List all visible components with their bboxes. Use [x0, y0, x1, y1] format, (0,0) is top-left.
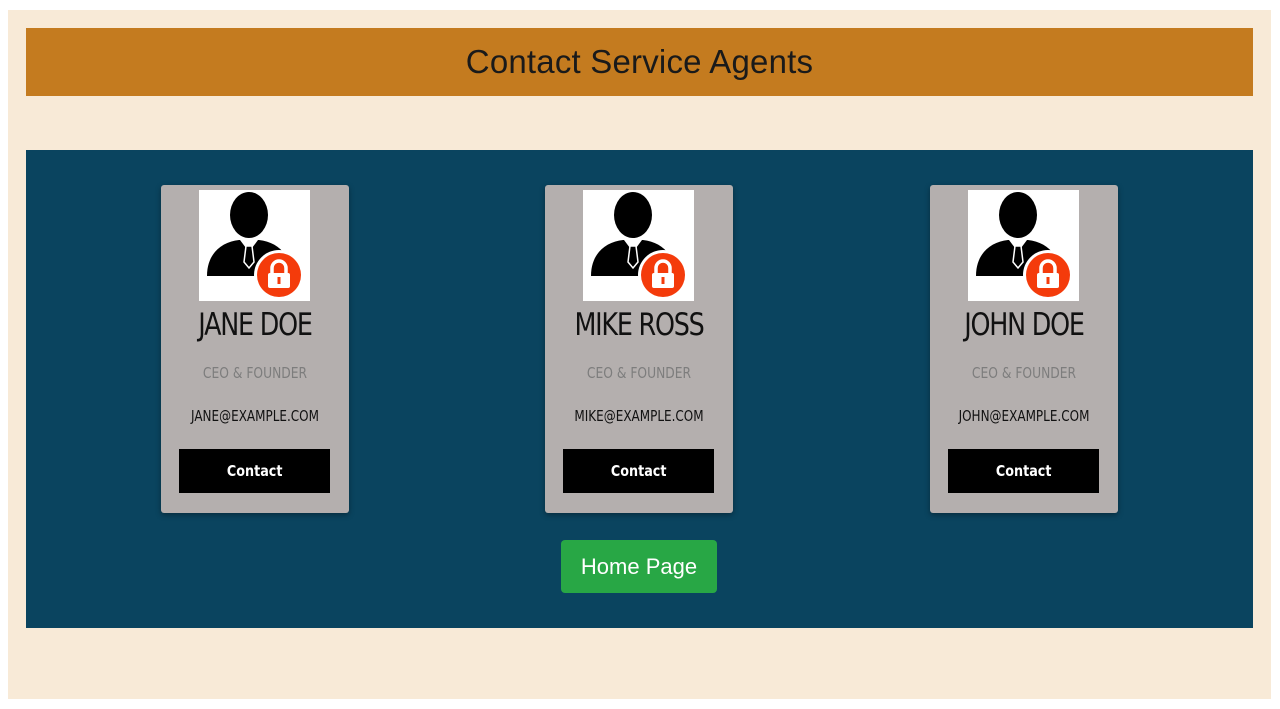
user-lock-icon-graphic: [976, 192, 1073, 300]
agent-role: CEO & FOUNDER: [202, 364, 308, 382]
user-lock-icon-graphic: [591, 192, 688, 300]
agent-email: JANE@EXAMPLE.COM: [191, 407, 319, 425]
home-page-button[interactable]: Home Page: [561, 540, 717, 593]
agent-name: JOHN DOE: [964, 307, 1085, 343]
contact-button-jane[interactable]: Contact: [179, 449, 330, 493]
agent-card-mike: MIKE ROSS CEO & FOUNDER MIKE@EXAMPLE.COM…: [545, 185, 733, 513]
user-lock-icon: [199, 190, 310, 301]
agent-card-john: JOHN DOE CEO & FOUNDER JOHN@EXAMPLE.COM …: [930, 185, 1118, 513]
contact-button-label: Contact: [995, 462, 1052, 480]
agent-name: JANE DOE: [198, 307, 313, 343]
agent-role: CEO & FOUNDER: [971, 364, 1077, 382]
contact-button-john[interactable]: Contact: [948, 449, 1099, 493]
page-title: Contact Service Agents: [465, 43, 814, 80]
agent-email: MIKE@EXAMPLE.COM: [574, 407, 704, 425]
contact-button-mike[interactable]: Contact: [563, 449, 714, 493]
contact-button-label: Contact: [610, 462, 667, 480]
user-lock-icon: [968, 190, 1079, 301]
header-bar: Contact Service Agents: [26, 28, 1253, 96]
agent-email: JOHN@EXAMPLE.COM: [958, 407, 1090, 425]
user-lock-icon-graphic: [207, 192, 304, 300]
user-lock-icon: [583, 190, 694, 301]
agent-name: MIKE ROSS: [574, 307, 704, 343]
agent-role: CEO & FOUNDER: [586, 364, 692, 382]
contact-button-label: Contact: [226, 462, 283, 480]
agents-panel: JANE DOE CEO & FOUNDER JANE@EXAMPLE.COM …: [26, 150, 1253, 628]
page-frame: Contact Service Agents JANE DOE CEO & FO…: [8, 10, 1271, 699]
agent-card-jane: JANE DOE CEO & FOUNDER JANE@EXAMPLE.COM …: [161, 185, 349, 513]
